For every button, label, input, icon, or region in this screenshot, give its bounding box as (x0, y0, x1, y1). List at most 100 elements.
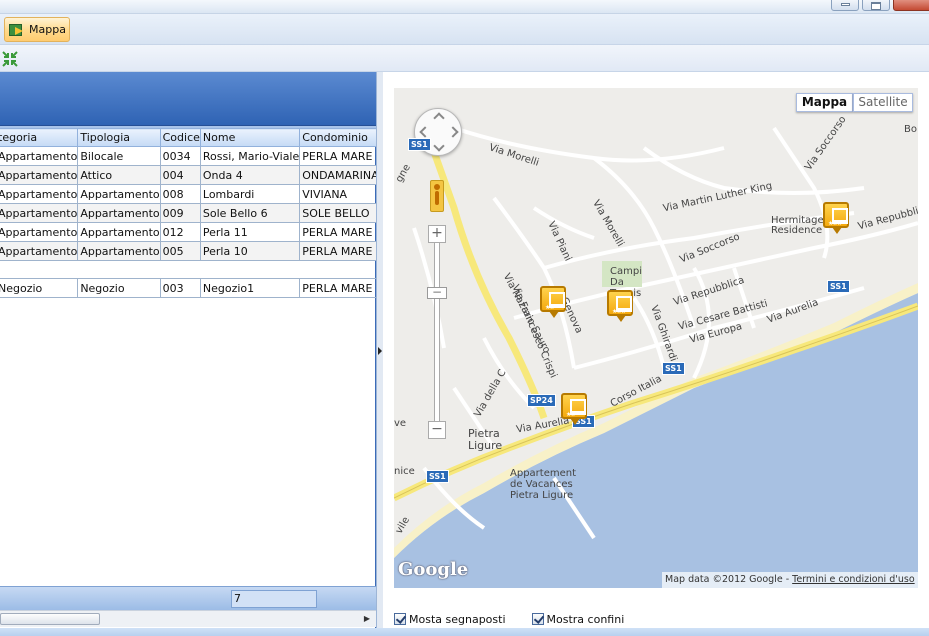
cell-codice: 0034 (159, 146, 201, 166)
map-panel: Mappa Satellite + − − Via Morelli Via Ma… (383, 72, 929, 636)
cell-nome: Onda 4 (199, 165, 301, 185)
pan-left-icon[interactable] (419, 126, 431, 138)
cell-codice: 012 (159, 222, 201, 242)
cell-tipologia: Appartamento (77, 203, 161, 223)
column-header-nome[interactable]: Nome (199, 128, 301, 147)
cell-codice: 003 (159, 278, 201, 298)
maximize-icon (871, 2, 881, 10)
show-borders-checkbox[interactable] (531, 613, 544, 625)
road-shield-ss1: SS1 (408, 138, 431, 151)
cell-nome: Rossi, Mario-Viale (199, 146, 301, 166)
show-markers-label: Mosta segnaposti (409, 612, 506, 626)
pan-right-icon[interactable] (447, 126, 459, 138)
map-type-map-button[interactable]: Mappa (796, 93, 853, 112)
table-row[interactable]: Appartamento Appartamento 005 Perla 10 P… (0, 241, 380, 261)
table-row[interactable]: Appartamento Appartamento 012 Perla 11 P… (0, 222, 380, 242)
map-type-satellite-button[interactable]: Satellite (853, 93, 913, 112)
road-shield-ss1: SS1 (426, 470, 449, 483)
cell-nome: Lombardi (199, 184, 301, 204)
road-shield-ss1: SS1 (662, 362, 685, 375)
map-label: Pietra Ligure (468, 427, 503, 452)
map-options: Mosta segnaposti Mostra confini (394, 610, 624, 628)
close-button[interactable] (893, 0, 929, 11)
cell-categoria: Negozio (0, 278, 79, 298)
cell-tipologia: Appartamento (77, 222, 161, 242)
map-label: Bo (904, 124, 917, 135)
scroll-right-arrow-icon[interactable]: ▶ (361, 613, 373, 625)
minimize-button[interactable] (831, 0, 859, 11)
grid-group-band (0, 72, 376, 126)
cell-nome: Sole Bello 6 (199, 203, 301, 223)
pan-up-icon[interactable] (433, 112, 445, 124)
map-attribution: Map data ©2012 Google - Termini e condiz… (662, 572, 918, 588)
property-marker[interactable]: ★★★ (823, 202, 853, 236)
street-view-pegman-icon[interactable] (430, 180, 444, 212)
maximize-button[interactable] (862, 0, 890, 11)
cell-codice: 009 (159, 203, 201, 223)
zoom-in-button[interactable]: + (428, 225, 446, 243)
map-label: nice (394, 466, 415, 477)
splitter-arrow-icon[interactable] (378, 347, 382, 355)
cell-condominio: PERLA MARE (299, 222, 380, 242)
property-marker[interactable]: ★★ (540, 286, 570, 320)
cell-codice: 005 (159, 241, 201, 261)
cell-tipologia: Bilocale (77, 146, 161, 166)
column-header-categoria[interactable]: tegoria (0, 128, 79, 147)
zoom-slider-thumb[interactable]: − (427, 286, 447, 299)
cell-condominio: PERLA MARE (299, 241, 380, 261)
cell-categoria: Appartamento (0, 203, 79, 223)
pan-down-icon[interactable] (433, 140, 445, 152)
column-header-codice[interactable]: Codice (159, 128, 201, 147)
window-bottom-edge (0, 628, 929, 636)
cell-categoria: Appartamento (0, 241, 79, 261)
zoom-slider-track[interactable] (434, 243, 440, 421)
cell-condominio: PERLA MARE (299, 146, 380, 166)
properties-grid-panel: tegoria Tipologia Codice Nome Condominio… (0, 72, 380, 636)
scrollbar-thumb[interactable] (0, 613, 100, 625)
cell-categoria: Appartamento (0, 146, 79, 166)
table-row[interactable]: Appartamento Attico 004 Onda 4 ONDAMARIN… (0, 165, 380, 185)
panel-splitter[interactable] (376, 72, 383, 636)
record-count: 7 (231, 590, 317, 608)
table-header-row: tegoria Tipologia Codice Nome Condominio (0, 128, 380, 147)
attribution-text: Map data ©2012 Google - (665, 574, 793, 585)
group-separator-row (0, 260, 380, 279)
show-markers-option[interactable]: Mosta segnaposti (394, 613, 506, 626)
property-marker[interactable]: ★★ (561, 393, 591, 427)
cell-condominio: SOLE BELLO (299, 203, 380, 223)
collapse-arrows-icon (2, 51, 18, 67)
google-logo: Google (398, 559, 469, 580)
table-row[interactable]: Appartamento Appartamento 009 Sole Bello… (0, 203, 380, 223)
google-map[interactable]: Mappa Satellite + − − Via Morelli Via Ma… (394, 88, 918, 588)
table-row[interactable]: Negozio Negozio 003 Negozio1 PERLA MARE (0, 278, 380, 298)
table-row[interactable]: Appartamento Bilocale 0034 Rossi, Mario-… (0, 146, 380, 166)
cell-codice: 008 (159, 184, 201, 204)
property-marker[interactable]: ★★★ (607, 290, 637, 324)
table-row[interactable]: Appartamento Appartamento 008 Lombardi V… (0, 184, 380, 204)
cell-nome: Perla 10 (199, 241, 301, 261)
column-header-condominio[interactable]: Condominio (299, 128, 380, 147)
ribbon-tab-strip: Mappa (0, 14, 929, 44)
tab-mappa[interactable]: Mappa (4, 17, 70, 42)
show-borders-option[interactable]: Mostra confini (531, 613, 624, 626)
cell-codice: 004 (159, 165, 201, 185)
map-tiles (394, 88, 918, 588)
cell-categoria: Appartamento (0, 184, 79, 204)
road-shield-sp24: SP24 (527, 394, 556, 407)
grid-summary-footer: 7 (0, 586, 376, 610)
cell-categoria: Appartamento (0, 222, 79, 242)
collapse-arrows-button[interactable] (1, 50, 19, 68)
terms-link[interactable]: Termini e condizioni d'uso (792, 574, 914, 585)
show-markers-checkbox[interactable] (394, 613, 406, 625)
map-label: Hermitage Residence (771, 215, 824, 236)
road-shield-ss1: SS1 (827, 280, 850, 293)
zoom-out-button[interactable]: − (428, 421, 446, 439)
horizontal-scrollbar[interactable]: ▶ (0, 610, 376, 627)
cell-condominio: ONDAMARINA (299, 165, 380, 185)
column-header-tipologia[interactable]: Tipologia (77, 128, 161, 147)
cell-condominio: PERLA MARE (299, 278, 380, 298)
minimize-icon (840, 3, 850, 6)
cell-nome: Negozio1 (199, 278, 301, 298)
tab-mappa-label: Mappa (29, 23, 66, 36)
map-label: ve (394, 418, 407, 429)
